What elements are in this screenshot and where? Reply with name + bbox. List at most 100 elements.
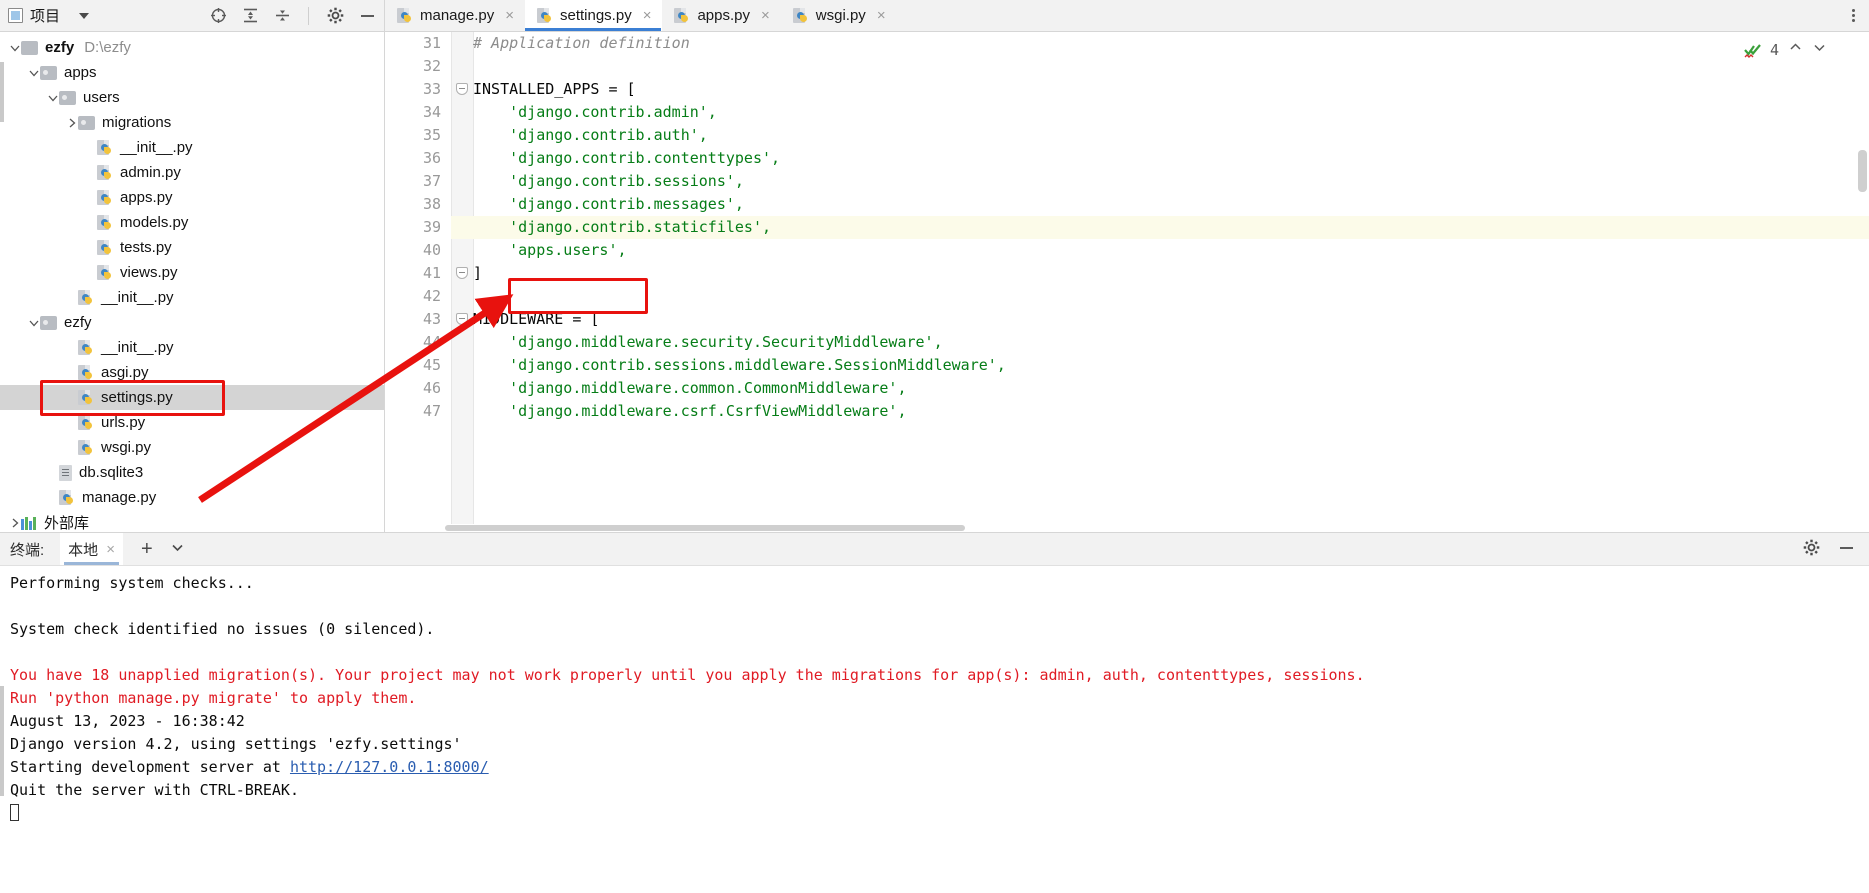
chevron-right-icon[interactable] — [8, 517, 21, 529]
settings-gear-icon[interactable] — [326, 7, 344, 25]
tree-row-migrations[interactable]: migrations — [0, 110, 384, 135]
more-options-icon[interactable] — [1846, 9, 1861, 22]
chevron-down-icon[interactable] — [27, 67, 40, 79]
project-tool-window-header[interactable]: 项目 — [8, 5, 90, 26]
line-number: 35 — [385, 124, 451, 147]
code-text: 'django.contrib.contenttypes', — [473, 149, 781, 167]
tree-row-apps-py[interactable]: apps.py — [0, 185, 384, 210]
code-line: 41] — [385, 262, 1869, 285]
minimize-icon[interactable] — [1838, 539, 1855, 560]
python-file-icon — [792, 7, 809, 24]
tree-item-label: db.sqlite3 — [79, 464, 144, 481]
server-url-link[interactable]: http://127.0.0.1:8000/ — [290, 758, 489, 776]
inspection-widget[interactable]: 4 — [1744, 39, 1827, 62]
locate-target-icon[interactable] — [209, 7, 227, 25]
tree-row-ezfy[interactable]: ezfy D:\ezfy — [0, 35, 384, 60]
chevron-right-icon[interactable] — [65, 117, 78, 129]
tree-row-ezfy[interactable]: ezfy — [0, 310, 384, 335]
tree-row-urls-py[interactable]: urls.py — [0, 410, 384, 435]
tree-row-wsgi-py[interactable]: wsgi.py — [0, 435, 384, 460]
tree-scrollbar[interactable] — [0, 32, 4, 532]
code-text: 'django.contrib.sessions', — [473, 172, 744, 190]
chevron-up-icon[interactable] — [1788, 39, 1803, 62]
external-libraries-icon — [21, 515, 37, 530]
minimize-icon[interactable] — [358, 7, 376, 25]
chevron-down-icon[interactable] — [27, 317, 40, 329]
chevron-down-icon[interactable] — [79, 12, 90, 19]
editor-tab-manage-py[interactable]: manage.py × — [385, 0, 525, 31]
code-text: 'django.contrib.staticfiles', — [473, 218, 772, 236]
tree-item-label: __init__.py — [101, 289, 174, 306]
code-line: 46 'django.middleware.common.CommonMiddl… — [385, 377, 1869, 400]
python-file-icon — [59, 489, 75, 506]
tree-row--init-py[interactable]: __init__.py — [0, 135, 384, 160]
editor-tab-apps-py[interactable]: apps.py × — [662, 0, 780, 31]
tree-row--init-py[interactable]: __init__.py — [0, 285, 384, 310]
python-file-icon — [97, 139, 113, 156]
toolbar-divider — [308, 6, 309, 25]
code-line: 42 — [385, 285, 1869, 308]
tree-row-apps[interactable]: apps — [0, 60, 384, 85]
line-number: 47 — [385, 400, 451, 423]
tree-row-models-py[interactable]: models.py — [0, 210, 384, 235]
tree-row-users[interactable]: users — [0, 85, 384, 110]
tree-item-label: tests.py — [120, 239, 172, 256]
python-file-icon — [78, 389, 94, 406]
editor-tab-wsgi-py[interactable]: wsgi.py × — [781, 0, 897, 31]
chevron-down-icon[interactable] — [46, 92, 59, 104]
tree-row-admin-py[interactable]: admin.py — [0, 160, 384, 185]
terminal-server-line: Starting development server at http://12… — [10, 756, 1869, 779]
line-number: 42 — [385, 285, 451, 308]
code-text: INSTALLED_APPS = [ — [473, 80, 636, 98]
python-file-icon — [536, 7, 553, 24]
tree-row-settings-py[interactable]: settings.py — [0, 385, 384, 410]
terminal-scrollbar[interactable] — [0, 686, 4, 796]
tree-item-label: migrations — [102, 114, 172, 131]
code-lines: 31 # Application definition 32 33 INSTALLED_… — [385, 32, 1869, 423]
editor-tab-settings-py[interactable]: settings.py × — [524, 0, 663, 31]
tree-item-label: urls.py — [101, 414, 146, 431]
python-file-icon — [78, 414, 94, 431]
close-icon[interactable]: × — [505, 8, 514, 23]
close-icon[interactable]: × — [877, 8, 886, 23]
chevron-down-icon[interactable] — [8, 42, 21, 54]
close-icon[interactable]: × — [106, 541, 115, 558]
gear-icon[interactable] — [1803, 539, 1820, 560]
terminal-line: You have 18 unapplied migration(s). Your… — [10, 666, 1365, 684]
editor-horizontal-scrollbar[interactable] — [385, 524, 1869, 532]
tree-item-path: D:\ezfy — [84, 39, 131, 56]
tree-item-label: wsgi.py — [101, 439, 152, 456]
line-number: 39 — [385, 216, 451, 239]
terminal-header: 终端: 本地 × + — [0, 533, 1869, 566]
terminal-tab-local[interactable]: 本地 × — [60, 533, 123, 565]
code-area[interactable]: 31 # Application definition 32 33 INSTALLED_… — [385, 32, 1869, 524]
collapse-all-icon[interactable] — [273, 7, 291, 25]
line-number: 41 — [385, 262, 451, 285]
editor-hscrollbar-thumb[interactable] — [445, 525, 965, 531]
tree-item-label: admin.py — [120, 164, 181, 181]
python-file-icon — [397, 7, 413, 24]
plus-icon[interactable]: + — [133, 539, 161, 559]
code-line: 34 'django.contrib.admin', — [385, 101, 1869, 124]
tree-row--[interactable]: 外部库 — [0, 510, 384, 532]
line-number: 43 — [385, 308, 451, 331]
code-text: 'django.contrib.auth', — [473, 126, 708, 144]
expand-all-icon[interactable] — [241, 7, 259, 25]
tree-row-asgi-py[interactable]: asgi.py — [0, 360, 384, 385]
close-icon[interactable]: × — [643, 8, 652, 23]
tree-scrollbar-thumb[interactable] — [0, 62, 4, 122]
terminal-output[interactable]: Performing system checks... System check … — [0, 566, 1869, 893]
code-line: 47 'django.middleware.csrf.CsrfViewMiddl… — [385, 400, 1869, 423]
code-line: 32 — [385, 55, 1869, 78]
code-line: 40 'apps.users', — [385, 239, 1869, 262]
close-icon[interactable]: × — [761, 8, 770, 23]
tree-row-db-sqlite3[interactable]: db.sqlite3 — [0, 460, 384, 485]
chevron-down-icon[interactable] — [1812, 39, 1827, 62]
code-line: 37 'django.contrib.sessions', — [385, 170, 1869, 193]
tree-row-views-py[interactable]: views.py — [0, 260, 384, 285]
tree-row--init-py[interactable]: __init__.py — [0, 335, 384, 360]
tree-row-tests-py[interactable]: tests.py — [0, 235, 384, 260]
tree-row-manage-py[interactable]: manage.py — [0, 485, 384, 510]
chevron-down-icon[interactable] — [161, 540, 194, 559]
